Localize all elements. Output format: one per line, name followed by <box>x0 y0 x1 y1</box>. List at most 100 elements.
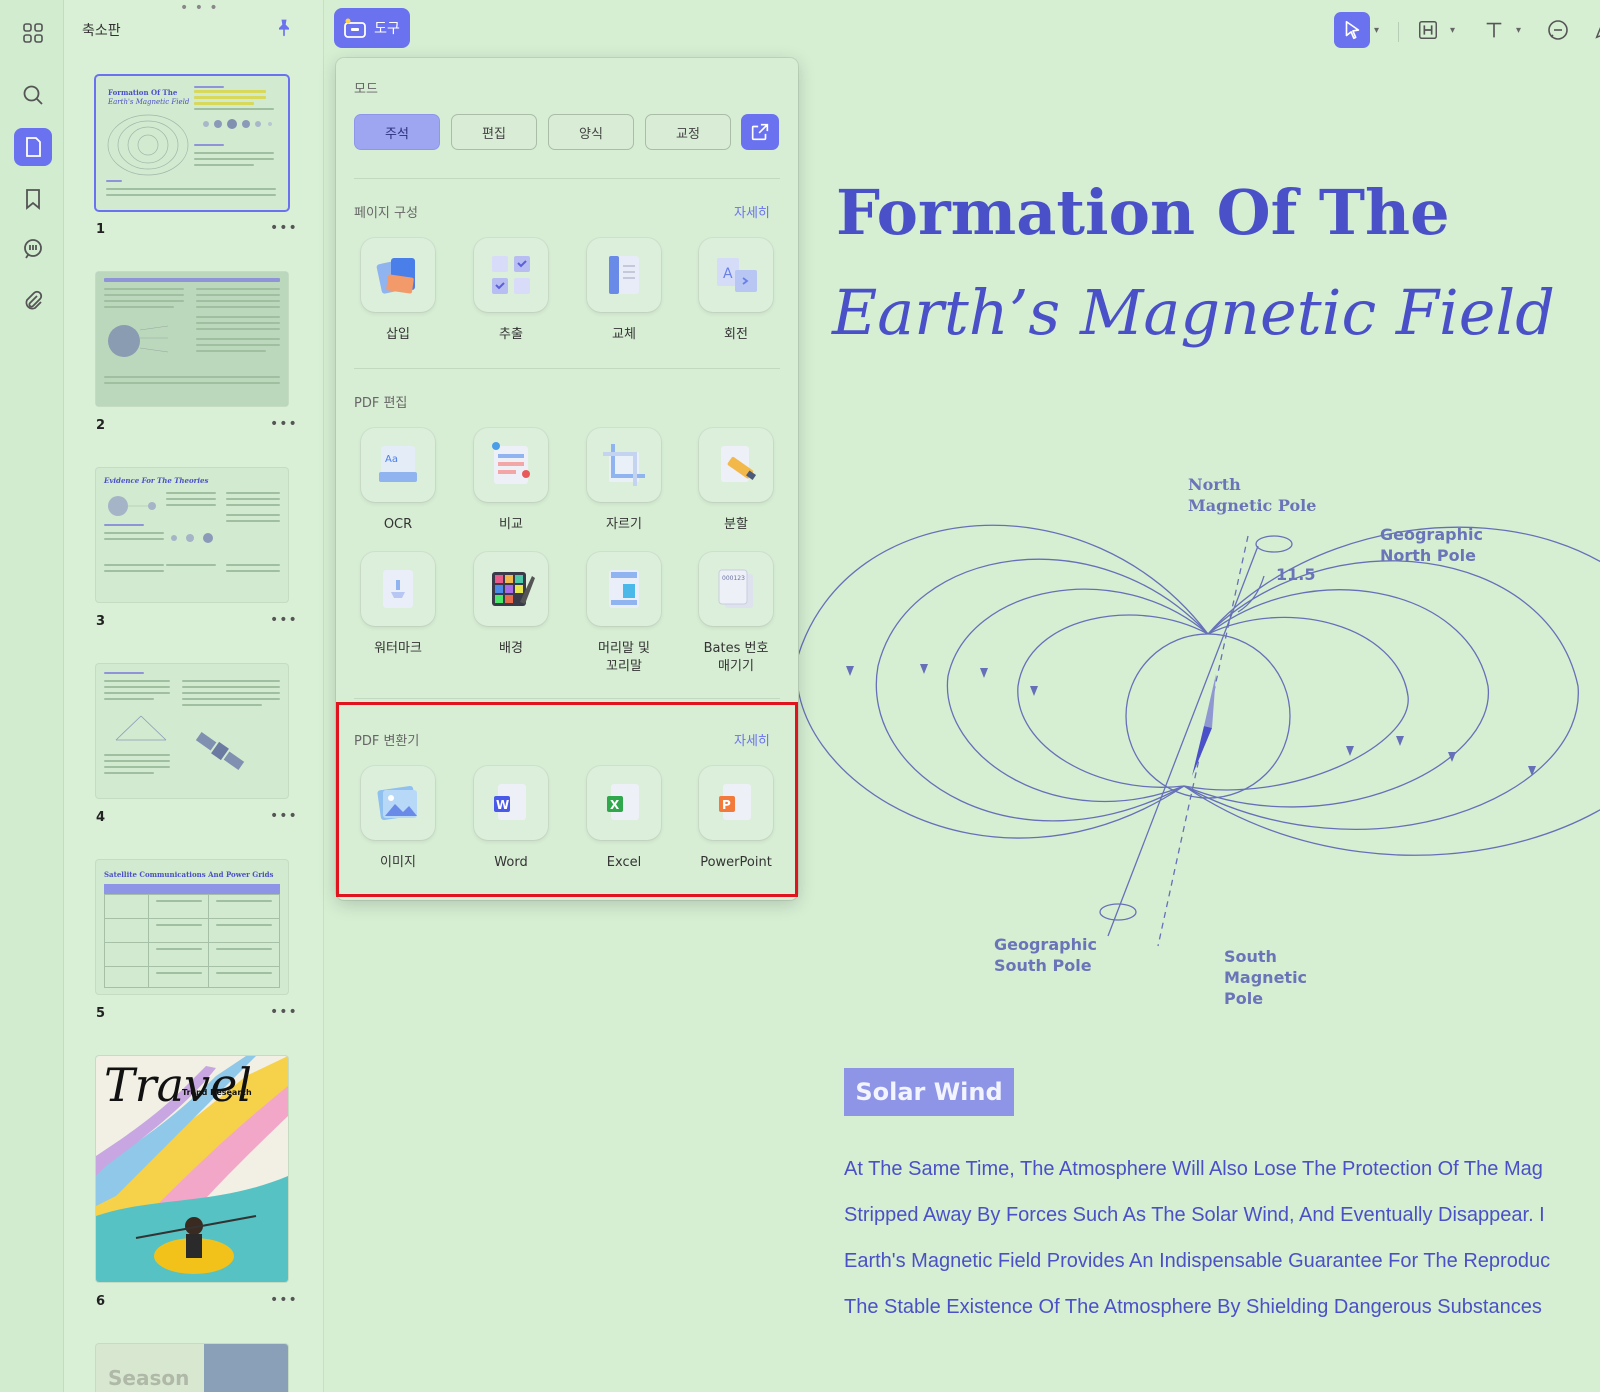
comment-tool[interactable] <box>1540 6 1576 50</box>
south-magnetic-pole-label: South Magnetic Pole <box>1224 947 1308 1008</box>
cursor-icon <box>1345 20 1360 40</box>
powerpoint-icon: P <box>719 784 751 820</box>
page-thumbnail-6[interactable]: Travel Trend Research <box>96 1056 288 1282</box>
image-label: 이미지 <box>380 855 416 870</box>
geographic-south-pole-label: Geographic South Pole <box>994 935 1097 975</box>
thumb-title: Season <box>108 1366 190 1390</box>
background-label: 배경 <box>499 641 523 656</box>
watermark-tool[interactable]: 워터마크 <box>348 552 448 658</box>
stamp-tool[interactable] <box>1586 6 1600 50</box>
open-external-button[interactable] <box>741 114 779 150</box>
convert-to-image-tool[interactable]: 이미지 <box>348 766 448 872</box>
thumbnail-panel: • • • 축소판 Formation Of The Earth's Magne… <box>64 0 324 1392</box>
split-tool[interactable]: 분할 <box>686 428 786 534</box>
ocr-tool[interactable]: Aa OCR <box>348 428 448 534</box>
more-icon[interactable]: ••• <box>270 416 298 432</box>
page-number: 5 <box>96 1006 106 1021</box>
mode-annotate-button[interactable]: 주석 <box>354 114 440 150</box>
watermark-icon <box>383 570 413 608</box>
svg-text:A: A <box>723 266 733 282</box>
comment-icon[interactable] <box>14 230 52 268</box>
thumb-dots-icon <box>171 533 213 543</box>
comment-bubble-icon <box>1548 20 1568 40</box>
search-icon[interactable] <box>14 76 52 114</box>
crop-icon <box>603 444 645 486</box>
more-icon[interactable]: ••• <box>270 1292 298 1308</box>
crop-tool[interactable]: 자르기 <box>574 428 674 534</box>
extract-tool[interactable]: 추출 <box>461 238 561 344</box>
paragraph-line: At The Same Time, The Atmosphere Will Al… <box>844 1158 1543 1180</box>
extract-pages-icon <box>492 256 530 294</box>
svg-text:000123: 000123 <box>722 575 745 582</box>
compare-tool[interactable]: 비교 <box>461 428 561 534</box>
more-icon[interactable]: ••• <box>270 612 298 628</box>
thumb-diagram-icon <box>108 325 169 357</box>
select-tool[interactable]: ▾ <box>1334 6 1379 50</box>
split-label: 분할 <box>724 517 748 532</box>
more-icon[interactable]: ••• <box>270 220 298 236</box>
convert-section-more-link[interactable]: 자세히 <box>734 730 770 749</box>
page-section-label: 페이지 구성 <box>354 206 418 221</box>
bates-numbering-tool[interactable]: 000123 Bates 번호 매기기 <box>686 552 786 676</box>
bates-numbering-icon: 000123 <box>718 569 753 608</box>
background-tool[interactable]: 배경 <box>461 552 561 658</box>
convert-to-powerpoint-tool[interactable]: P PowerPoint <box>686 766 786 872</box>
mode-edit-button[interactable]: 편집 <box>451 114 537 150</box>
rotate-tool[interactable]: A 회전 <box>686 238 786 344</box>
svg-text:Aa: Aa <box>385 454 398 465</box>
page-thumbnail-7[interactable]: Season <box>96 1344 288 1392</box>
compare-label: 비교 <box>499 517 523 532</box>
page-number: 3 <box>96 614 106 629</box>
section-badge: Solar Wind <box>844 1068 1014 1116</box>
page-thumbnail-2[interactable] <box>96 272 288 406</box>
page-thumbnail-4[interactable] <box>96 664 288 798</box>
word-label: Word <box>494 855 528 870</box>
more-icon[interactable]: ••• <box>270 808 298 824</box>
insert-label: 삽입 <box>386 327 410 342</box>
pin-icon[interactable] <box>274 18 294 38</box>
svg-text:W: W <box>496 798 509 812</box>
grid-icon[interactable] <box>14 14 52 52</box>
chevron-down-icon[interactable]: ▾ <box>1516 25 1521 36</box>
ocr-icon: Aa <box>379 446 417 482</box>
toolbox-icon <box>344 18 367 38</box>
north-magnetic-pole-label: North Magnetic Pole <box>1188 475 1317 515</box>
rotate-label: 회전 <box>724 327 748 342</box>
convert-to-word-tool[interactable]: W Word <box>461 766 561 872</box>
mode-review-button[interactable]: 교정 <box>645 114 731 150</box>
thumb-subtitle: Trend Research <box>182 1088 252 1097</box>
page-section-more-link[interactable]: 자세히 <box>734 202 770 221</box>
attachment-icon[interactable] <box>14 282 52 320</box>
chevron-down-icon[interactable]: ▾ <box>1374 25 1379 36</box>
text-tool[interactable]: ▾ <box>1476 6 1521 50</box>
geographic-north-pole-label: Geographic North Pole <box>1380 525 1483 565</box>
tools-button[interactable]: 도구 <box>334 8 410 48</box>
replace-pages-icon <box>609 256 639 294</box>
convert-section-label: PDF 변환기 <box>354 734 420 749</box>
page-thumbnail-5[interactable]: Satellite Communications And Power Grids <box>96 860 288 994</box>
more-icon[interactable]: ••• <box>270 1004 298 1020</box>
highlight-tool[interactable]: ▾ <box>1410 6 1455 50</box>
thumb-diagram-icon <box>115 715 167 741</box>
header-footer-tool[interactable]: 머리말 및 꼬리말 <box>574 552 674 676</box>
page-thumbnail-1[interactable]: Formation Of The Earth's Magnetic Field <box>96 76 288 210</box>
page-thumbnail-3[interactable]: Evidence For The Theories <box>96 468 288 602</box>
page-number: 1 <box>96 222 106 237</box>
bookmark-icon[interactable] <box>14 180 52 218</box>
replace-tool[interactable]: 교체 <box>574 238 674 344</box>
tools-button-label: 도구 <box>374 21 400 37</box>
drag-handle-icon[interactable]: • • • <box>180 0 219 16</box>
insert-pages-icon <box>376 258 415 294</box>
thumbnail-icon[interactable] <box>14 128 52 166</box>
document-page: Formation Of The Earth’s Magnetic Field <box>718 56 1600 1392</box>
chevron-down-icon[interactable]: ▾ <box>1450 25 1455 36</box>
text-icon <box>1486 22 1502 38</box>
thumb-diagram-icon <box>107 114 189 176</box>
thumb-dots-icon <box>203 119 272 129</box>
thumb-title: Satellite Communications And Power Grids <box>104 870 274 879</box>
extract-label: 추출 <box>499 327 523 342</box>
insert-tool[interactable]: 삽입 <box>348 238 448 344</box>
convert-to-excel-tool[interactable]: X Excel <box>574 766 674 872</box>
mode-form-button[interactable]: 양식 <box>548 114 634 150</box>
tilt-angle-label: 11.5 <box>1276 565 1316 584</box>
